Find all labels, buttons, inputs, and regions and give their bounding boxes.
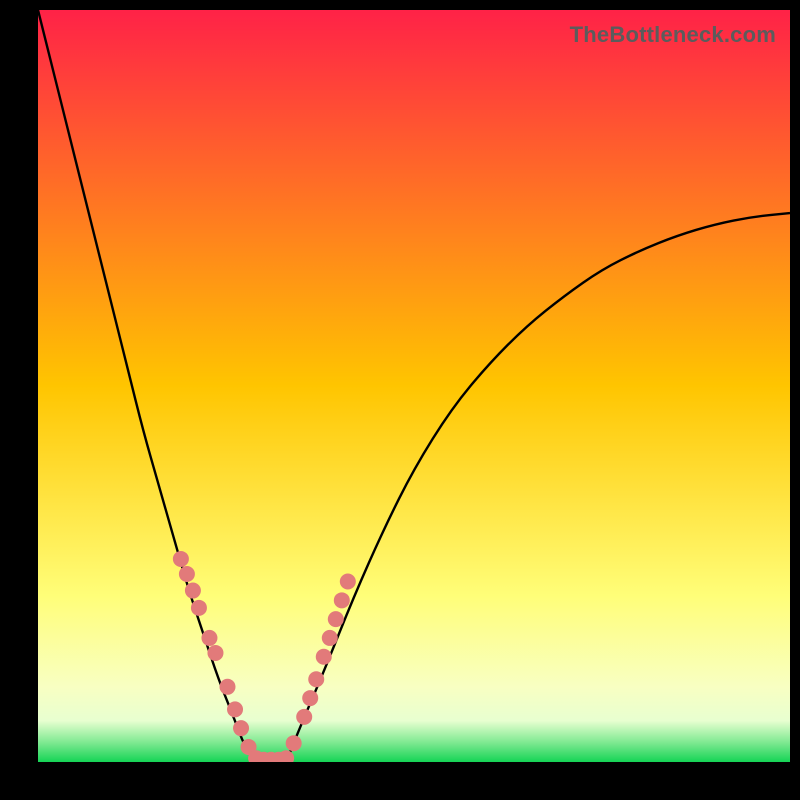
data-dot (286, 735, 302, 751)
data-dot (220, 679, 236, 695)
data-dot (340, 574, 356, 590)
data-dot (173, 551, 189, 567)
data-dot (185, 583, 201, 599)
data-dot (334, 592, 350, 608)
data-dots (173, 551, 356, 762)
plot-area: TheBottleneck.com (38, 10, 790, 762)
data-dot (233, 720, 249, 736)
data-dot (308, 671, 324, 687)
data-dot (296, 709, 312, 725)
data-dot (191, 600, 207, 616)
data-dot (322, 630, 338, 646)
curve-layer (38, 10, 790, 762)
watermark-text: TheBottleneck.com (570, 22, 776, 48)
data-dot (227, 701, 243, 717)
data-dot (316, 649, 332, 665)
data-dot (302, 690, 318, 706)
chart-frame: TheBottleneck.com (0, 0, 800, 800)
data-dot (179, 566, 195, 582)
data-dot (328, 611, 344, 627)
data-dot (201, 630, 217, 646)
bottleneck-curve (38, 10, 790, 762)
data-dot (207, 645, 223, 661)
